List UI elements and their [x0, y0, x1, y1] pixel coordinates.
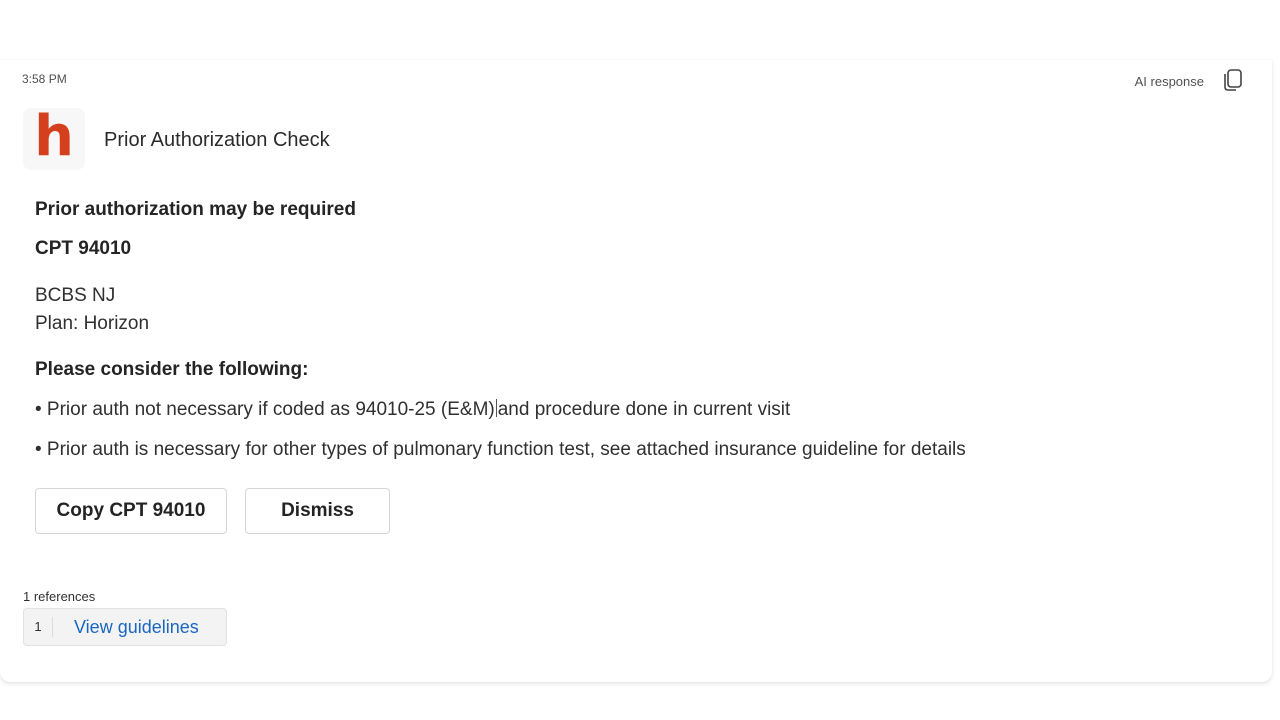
copy-icon[interactable]	[1222, 68, 1244, 92]
reference-number: 1	[24, 617, 53, 637]
plan-name: Plan: Horizon	[35, 313, 150, 334]
status-heading: Prior authorization may be required	[35, 199, 356, 220]
bullet-text-part2: and procedure done in current visit	[497, 399, 791, 420]
card-title: Prior Authorization Check	[104, 129, 330, 151]
reference-chip[interactable]: 1 View guidelines	[23, 608, 227, 646]
message-timestamp: 3:58 PM	[22, 72, 67, 86]
cpt-heading: CPT 94010	[35, 238, 132, 259]
consider-heading: Please consider the following:	[35, 359, 309, 380]
view-guidelines-link[interactable]: View guidelines	[53, 617, 199, 638]
bullet-item: • Prior auth not necessary if coded as 9…	[35, 399, 790, 421]
bullet-text-part1: • Prior auth not necessary if coded as 9…	[35, 399, 495, 420]
app-logo: h	[23, 108, 85, 170]
bullet-item: • Prior auth is necessary for other type…	[35, 439, 966, 460]
dismiss-button[interactable]: Dismiss	[245, 488, 390, 534]
text-cursor-icon	[495, 399, 497, 417]
insurer-name: BCBS NJ	[35, 285, 116, 306]
ai-response-label: AI response	[1134, 74, 1204, 89]
app-logo-letter: h	[34, 104, 74, 169]
references-label: 1 references	[23, 589, 96, 604]
copy-cpt-button[interactable]: Copy CPT 94010	[35, 488, 227, 534]
